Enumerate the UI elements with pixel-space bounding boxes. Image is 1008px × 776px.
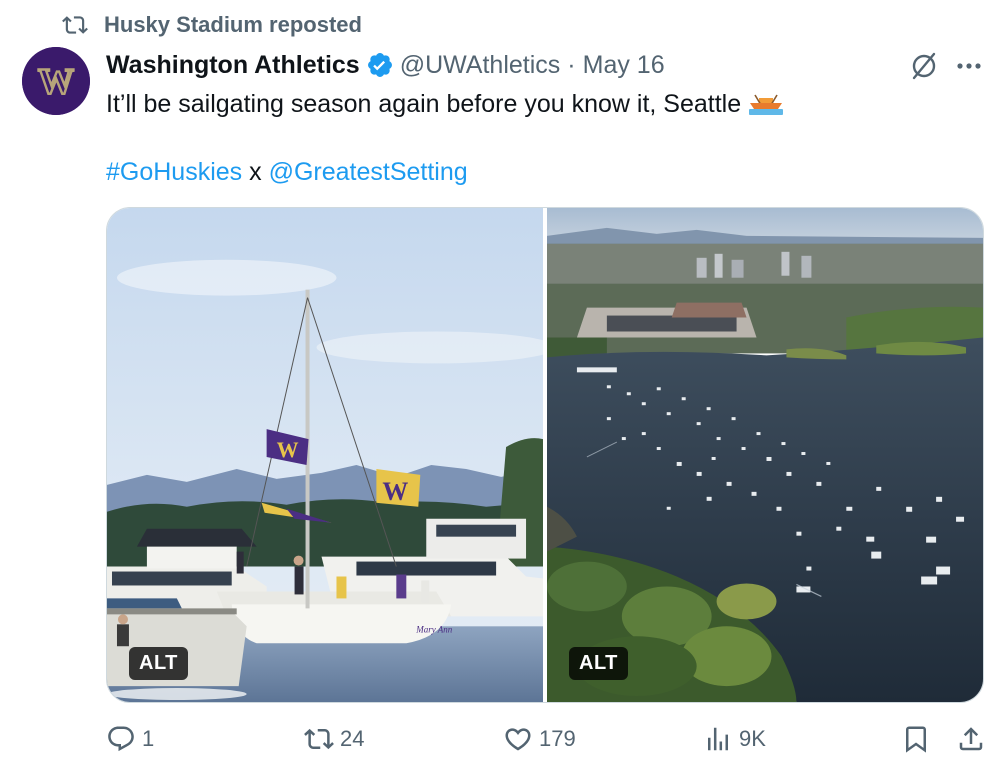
repost-count: 24: [340, 726, 365, 751]
sailboats-image: Mary Ann W W: [107, 208, 543, 702]
avatar[interactable]: W: [22, 47, 90, 115]
heart-icon: [505, 728, 531, 751]
hashtag-link[interactable]: #GoHuskies: [106, 158, 242, 186]
connector-text: x: [242, 158, 269, 186]
tweet-header: Washington Athletics @UWAthletics · May …: [106, 48, 665, 82]
mention-link[interactable]: @GreatestSetting: [269, 158, 468, 186]
rowboat-emoji-icon: [749, 94, 784, 115]
author-name[interactable]: Washington Athletics: [106, 51, 360, 80]
action-bar: 1 24 179 9K: [106, 724, 986, 764]
tweet-card[interactable]: Husky Stadium reposted W Washington Athl…: [0, 0, 1008, 776]
bookmark-icon: [906, 726, 926, 753]
repost-text: Husky Stadium reposted: [104, 12, 362, 37]
repost-icon: [304, 728, 334, 750]
share-button[interactable]: [956, 724, 986, 754]
repost-button[interactable]: 24: [304, 724, 364, 754]
separator-dot: ·: [567, 50, 576, 79]
views-count: 9K: [739, 726, 766, 751]
aerial-stadium-image: [547, 208, 983, 702]
boat-name: Mary Ann: [415, 624, 453, 634]
flag-letter: W: [382, 477, 408, 506]
tweet-line-1: It’ll be sailgating season again before …: [106, 90, 742, 118]
like-button[interactable]: 179: [503, 724, 576, 754]
verified-badge-icon[interactable]: [366, 51, 394, 79]
like-count: 179: [539, 726, 576, 751]
tweet-date[interactable]: May 16: [583, 51, 665, 80]
reply-icon: [108, 726, 134, 752]
avatar-letter: W: [38, 61, 74, 101]
repost-icon: [62, 16, 88, 34]
photo-aerial-stadium[interactable]: ALT: [547, 208, 983, 702]
author-handle[interactable]: @UWAthletics: [400, 51, 561, 80]
alt-badge[interactable]: ALT: [129, 647, 188, 680]
more-options-icon[interactable]: [954, 52, 984, 80]
analytics-icon: [708, 727, 728, 751]
bookmark-button[interactable]: [901, 724, 931, 754]
reply-button[interactable]: 1: [106, 724, 154, 754]
views-button[interactable]: 9K: [703, 724, 766, 754]
tweet-text: It’ll be sailgating season again before …: [106, 88, 966, 188]
reply-count: 1: [142, 726, 155, 751]
share-icon: [959, 727, 983, 751]
grok-icon[interactable]: [908, 50, 940, 82]
media-grid: Mary Ann W W ALT ALT: [106, 207, 984, 703]
uw-logo-icon: W: [22, 47, 90, 115]
svg-text:W: W: [277, 437, 299, 462]
alt-badge[interactable]: ALT: [569, 647, 628, 680]
photo-sailboats[interactable]: Mary Ann W W ALT: [107, 208, 543, 702]
repost-indicator[interactable]: Husky Stadium reposted: [62, 12, 362, 38]
